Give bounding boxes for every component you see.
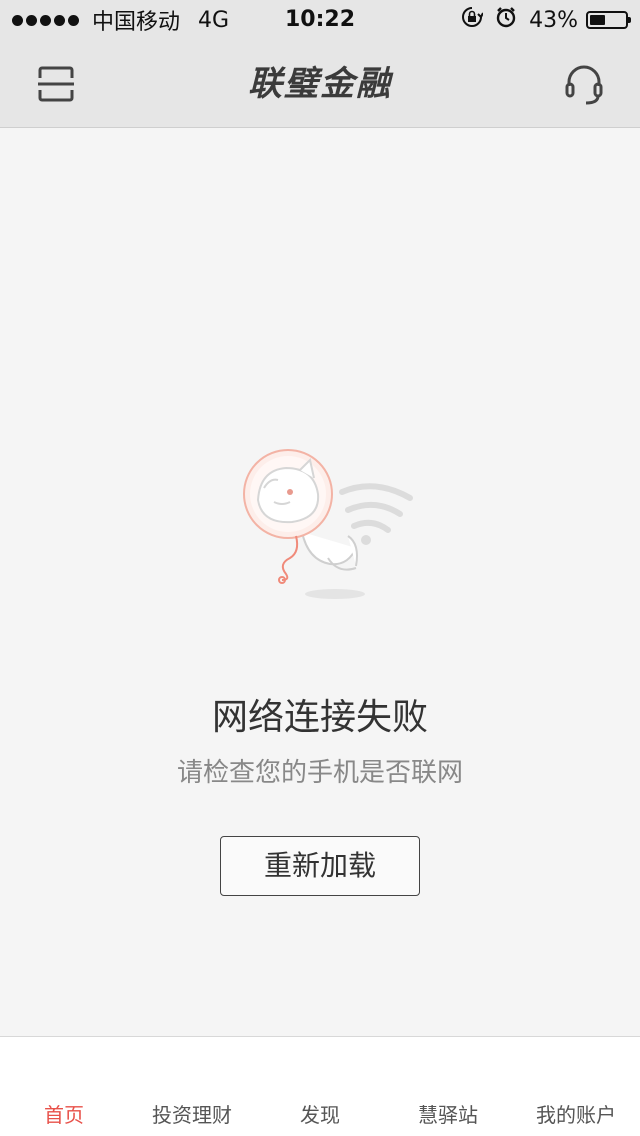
battery-fill xyxy=(590,15,605,25)
tab-label: 慧驿站 xyxy=(418,1103,478,1127)
headset-icon[interactable] xyxy=(562,62,606,106)
tab-bar: 首页 投资理财 发现 慧驿站 我的账户 xyxy=(0,1036,640,1136)
tab-my-account[interactable]: 我的账户 xyxy=(512,1037,640,1136)
floating-astronaut-cat-illustration xyxy=(230,440,430,610)
tab-station[interactable]: 慧驿站 xyxy=(384,1037,512,1136)
reload-button[interactable]: 重新加载 xyxy=(220,836,420,896)
rotation-lock-icon xyxy=(461,6,484,34)
status-right: 43% xyxy=(461,0,631,40)
tab-label: 投资理财 xyxy=(152,1103,232,1127)
alarm-icon xyxy=(495,6,517,34)
tab-discover[interactable]: 发现 xyxy=(256,1037,384,1136)
tab-investment[interactable]: 投资理财 xyxy=(128,1037,256,1136)
battery-icon xyxy=(586,11,631,29)
tab-label: 我的账户 xyxy=(536,1103,616,1127)
battery-percent: 43% xyxy=(529,7,578,33)
error-subtitle: 请检查您的手机是否联网 xyxy=(176,758,463,788)
tab-home[interactable]: 首页 xyxy=(0,1037,128,1136)
tab-label: 首页 xyxy=(44,1103,84,1127)
status-bar: 中国移动 4G 10:22 43% xyxy=(0,0,640,40)
page-title: 联璧金融 xyxy=(248,64,392,104)
error-title: 网络连接失败 xyxy=(211,697,428,738)
tab-label: 发现 xyxy=(300,1103,340,1127)
nav-bar: 联璧金融 xyxy=(0,40,640,128)
